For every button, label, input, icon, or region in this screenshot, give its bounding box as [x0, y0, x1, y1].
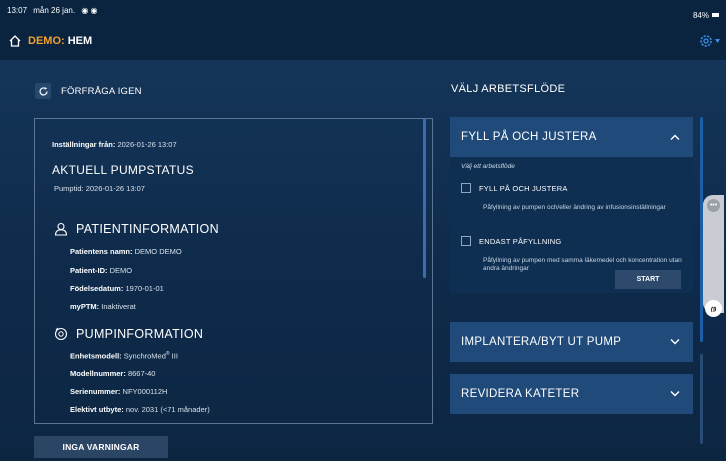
myptm-label: myPTM: [70, 302, 100, 311]
model-number-label: Modellnummer: [70, 369, 126, 378]
patient-id-value: DEMO [109, 266, 133, 275]
workflow-title: VÄLJ ARBETSFLÖDE [451, 83, 566, 95]
option-fill-adjust-label: FYLL PÅ OCH JUSTERA [479, 183, 568, 193]
option-refill-only-checkbox[interactable] [461, 236, 471, 246]
pump-time-label: Pumptid: [54, 184, 84, 193]
refresh-button[interactable]: FÖRFRÅGA IGEN [35, 81, 142, 101]
workflow-fill-adjust-label: FYLL PÅ OCH JUSTERA [461, 131, 597, 143]
myptm-row: myPTM: Inaktiverat [70, 302, 136, 311]
model-number-row: Modellnummer: 8667-40 [70, 369, 155, 378]
system-status-bar: 13:07 mån 26 jan. ◉ ◉ 84% [0, 0, 726, 24]
serial-number-value: NFY000112H [122, 387, 168, 396]
assistive-touch-icon[interactable] [705, 300, 722, 317]
patient-id-row: Patient-ID: DEMO [70, 266, 132, 275]
page-title-text: HEM [67, 35, 93, 47]
device-model-suffix: III [169, 351, 178, 361]
patient-dob-label: Födelsedatum: [70, 284, 124, 293]
demo-label: DEMO: [28, 35, 65, 47]
option-refill-only[interactable]: ENDAST PÅFYLLNING [461, 236, 561, 246]
option-fill-adjust-checkbox[interactable] [461, 183, 471, 193]
app-header: DEMO: HEM [0, 24, 726, 58]
refresh-icon-container[interactable] [35, 83, 51, 99]
model-number-value: 8667-40 [127, 369, 156, 378]
option-refill-only-label: ENDAST PÅFYLLNING [479, 236, 562, 246]
patient-id-label: Patient-ID: [70, 266, 108, 275]
page-title: DEMO: HEM [28, 35, 92, 47]
workflow-fill-adjust-body: Välj ett arbetsflöde FYLL PÅ OCH JUSTERA… [450, 157, 693, 293]
workflow-revise-catheter-header[interactable]: REVIDERA KATETER [450, 374, 693, 414]
pump-info-heading: PUMPINFORMATION [54, 327, 203, 341]
status-right: 84% [693, 6, 719, 24]
serial-number-label: Serienummer: [70, 387, 121, 396]
chevron-down-icon[interactable] [670, 391, 680, 397]
workflow-revise-catheter-label: REVIDERA KATETER [461, 388, 580, 400]
patient-name-label: Patientens namn: [70, 247, 133, 256]
battery-level: 84% [692, 10, 709, 20]
start-button[interactable]: START [615, 270, 681, 289]
settings-from-value: 2026-01-26 13:07 [117, 140, 177, 149]
workflow-fill-adjust-header[interactable]: FYLL PÅ OCH JUSTERA [450, 117, 693, 157]
person-icon [54, 222, 68, 236]
patient-dob-value: 1970-01-01 [125, 284, 164, 293]
clock-time: 13:07 [7, 6, 28, 15]
home-icon[interactable] [8, 34, 22, 48]
workflow-implant-replace[interactable]: IMPLANTERA/BYT UT PUMP [450, 322, 693, 362]
wifi-icon: ◉ ◉ [81, 6, 98, 15]
settings-from-row: Inställningar från: 2026-01-26 13:07 [52, 140, 177, 149]
gear-icon[interactable] [698, 33, 714, 49]
workflow-fill-adjust: FYLL PÅ OCH JUSTERA Välj ett arbetsflöde… [450, 117, 693, 293]
main-content: FÖRFRÅGA IGEN Inställningar från: 2026-0… [0, 60, 726, 461]
battery-icon [712, 13, 719, 17]
option-fill-adjust[interactable]: FYLL PÅ OCH JUSTERA [461, 183, 568, 193]
patient-name-value: DEMO DEMO [134, 247, 182, 256]
myptm-value: Inaktiverat [101, 302, 136, 311]
refresh-label: FÖRFRÅGA IGEN [61, 85, 142, 97]
elective-replacement-value: nov. 2031 (<71 månader) [125, 405, 210, 414]
patient-info-title: PATIENTINFORMATION [76, 222, 219, 236]
floating-side-handle[interactable]: ••• [703, 195, 724, 317]
workflow-implant-replace-header[interactable]: IMPLANTERA/BYT UT PUMP [450, 322, 693, 362]
workflow-implant-replace-label: IMPLANTERA/BYT UT PUMP [461, 336, 622, 348]
device-model-label: Enhetsmodell: [70, 351, 122, 361]
workflow-subtitle: Välj ett arbetsflöde [461, 163, 515, 170]
pump-time-row: Pumptid: 2026-01-26 13:07 [52, 184, 145, 193]
device-model-value: SynchroMed [123, 351, 166, 361]
touch-icon [710, 306, 716, 312]
clock-date: mån 26 jan. [33, 6, 76, 15]
chevron-up-icon[interactable] [670, 134, 680, 140]
pump-info-title: PUMPINFORMATION [76, 327, 204, 341]
elective-replacement-row: Elektivt utbyte: nov. 2031 (<71 månader) [70, 405, 210, 414]
workflow-scrollbar-track [700, 354, 703, 444]
patient-name-row: Patientens namn: DEMO DEMO [70, 247, 182, 256]
serial-number-row: Serienummer: NFY000112H [70, 387, 167, 396]
pump-status-heading: AKTUELL PUMPSTATUS [52, 163, 194, 177]
chevron-down-icon[interactable] [670, 339, 680, 345]
device-model-row: Enhetsmodell: SynchroMed® III [70, 351, 178, 361]
status-panel-scrollbar[interactable] [423, 118, 426, 278]
patient-info-heading: PATIENTINFORMATION [54, 222, 219, 236]
more-icon[interactable]: ••• [707, 199, 720, 212]
pump-icon [54, 327, 68, 341]
no-warnings-button[interactable]: INGA VARNINGAR [34, 436, 168, 458]
pump-time-value: 2026-01-26 13:07 [85, 184, 145, 193]
refresh-icon [38, 86, 48, 95]
settings-menu[interactable] [698, 33, 720, 49]
status-left: 13:07 mån 26 jan. ◉ ◉ [7, 6, 98, 24]
workflow-revise-catheter[interactable]: REVIDERA KATETER [450, 374, 693, 414]
chevron-down-icon [715, 39, 720, 43]
option-fill-adjust-description: Påfyllning av pumpen och/eller ändring a… [483, 204, 666, 211]
settings-from-label: Inställningar från: [52, 140, 116, 149]
patient-dob-row: Födelsedatum: 1970-01-01 [70, 284, 164, 293]
elective-replacement-label: Elektivt utbyte: [70, 405, 124, 414]
pump-status-panel[interactable]: Inställningar från: 2026-01-26 13:07 AKT… [34, 118, 433, 424]
